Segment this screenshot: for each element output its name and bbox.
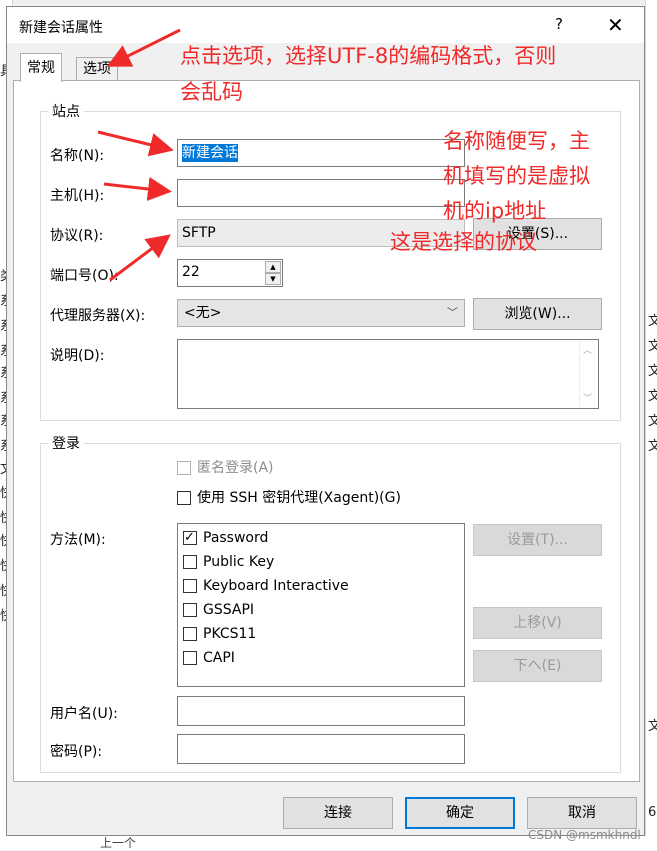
- name-note-line1: 名称随便写，主: [443, 129, 590, 153]
- name-note-line2: 机填写的是虚拟: [443, 164, 590, 188]
- protocol-note: 这是选择的协议: [390, 230, 537, 254]
- arrow-to-options-tab: [106, 28, 181, 67]
- arrow-to-protocol-select: [109, 234, 171, 282]
- arrow-to-name-input: [97, 130, 174, 157]
- tab-general[interactable]: 常规: [20, 53, 62, 82]
- name-note-line3: 机的ip地址: [443, 199, 547, 223]
- watermark: CSDN @msmkhndl: [528, 828, 641, 842]
- arrow-to-host-input: [103, 177, 172, 201]
- options-note-line2: 会乱码: [180, 80, 243, 104]
- options-note-line1: 点击选项，选择UTF-8的编码格式，否则: [180, 44, 557, 68]
